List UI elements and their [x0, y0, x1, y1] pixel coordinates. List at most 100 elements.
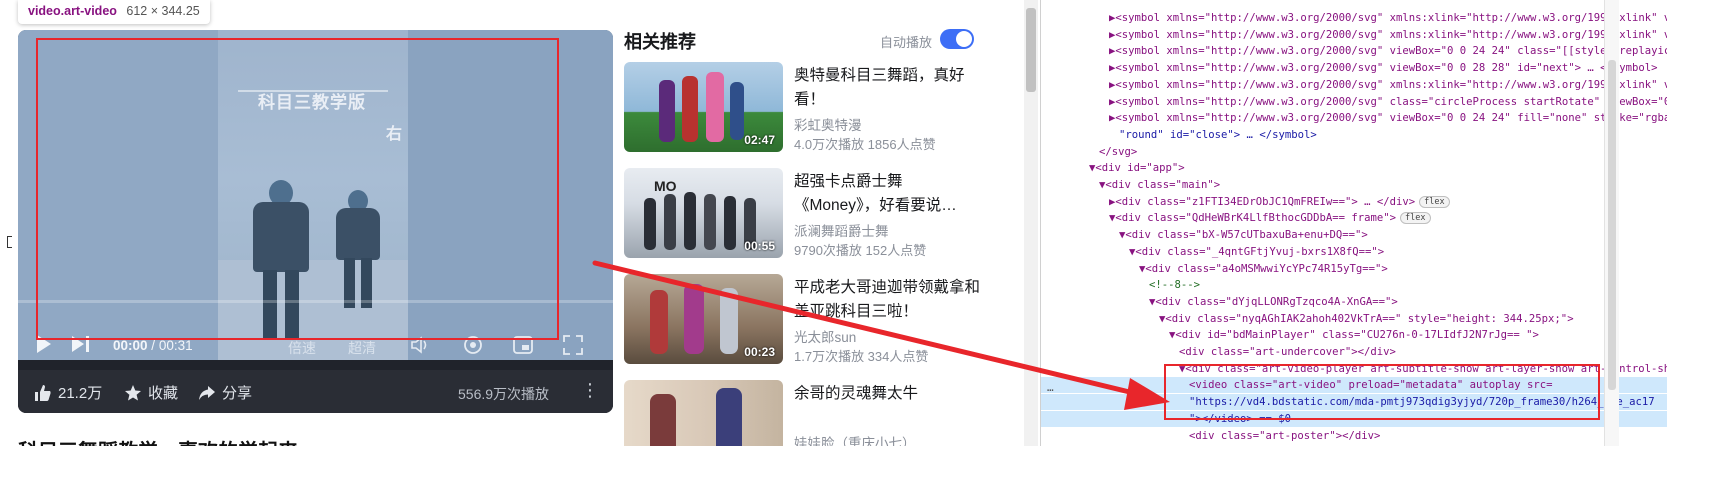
- edge-bracket-mark: [7, 236, 12, 248]
- devtools-dom-text: </svg>: [1099, 145, 1138, 158]
- devtools-dom-line[interactable]: ▼<div class="_4qntGFtjYvuj-bxrs1X8fQ==">: [1041, 244, 1667, 260]
- thumbs-up-icon: [35, 384, 51, 401]
- devtools-dom-text: ▼<div class="a4oMSMwwiYcYPc74R15yTg==">: [1139, 262, 1388, 275]
- devtools-dom-text: ▶<symbol xmlns="http://www.w3.org/2000/s…: [1109, 12, 1667, 24]
- devtools-dom-text: ▶<symbol xmlns="http://www.w3.org/2000/s…: [1109, 95, 1667, 108]
- autoplay-label: 自动播放: [880, 35, 933, 50]
- devtools-dom-line[interactable]: <div class="art-undercover"></div>: [1041, 344, 1667, 360]
- devtools-dom-text: ▶<symbol xmlns="http://www.w3.org/2000/s…: [1109, 78, 1667, 91]
- devtools-dom-text: ▼<div class="QdHeWBrK4LlfBthocGDDbA== fr…: [1109, 212, 1397, 225]
- rec-title[interactable]: 余哥的灵魂舞太牛: [794, 382, 984, 406]
- quality-button[interactable]: 超清: [348, 338, 376, 358]
- rec-stats: 4.0万次播放 1856人点赞: [794, 137, 936, 152]
- devtools-dom-line[interactable]: ▶<symbol xmlns="http://www.w3.org/2000/s…: [1041, 94, 1667, 110]
- rec-duration: 02:47: [744, 133, 775, 147]
- rec-stats: 9790次播放 152人点赞: [794, 243, 927, 258]
- devtools-dom-text: ▼<div id="bdMainPlayer" class="CU276n-0-…: [1169, 329, 1539, 342]
- element-inspect-tooltip: video.art-video 612 × 344.25: [18, 0, 210, 24]
- time-current: 00:00: [113, 338, 148, 353]
- devtools-dom-line[interactable]: ▶<div class="z1FTI34EDrObJC1QmFREIw=="> …: [1041, 194, 1667, 210]
- star-icon: [125, 384, 141, 400]
- devtools-dom-line[interactable]: <div class="art-poster"></div>: [1041, 428, 1667, 444]
- devtools-dom-text: ▶<symbol xmlns="http://www.w3.org/2000/s…: [1109, 45, 1667, 58]
- devtools-dom-line[interactable]: ▶<symbol xmlns="http://www.w3.org/2000/s…: [1041, 77, 1667, 93]
- share-label: 分享: [222, 385, 253, 402]
- devtools-dom-line[interactable]: "round" id="close"> … </symbol>: [1041, 127, 1667, 143]
- recommendations-header: 相关推荐 自动播放: [624, 28, 974, 54]
- devtools-dom-line[interactable]: ▼<div id="bdMainPlayer" class="CU276n-0-…: [1041, 327, 1667, 343]
- devtools-dom-text: ▼<div id="app">: [1089, 162, 1185, 175]
- rec-item[interactable]: MO 00:55 超强卡点爵士舞《Money》，好看要说… 派澜舞蹈爵士舞 97…: [624, 168, 984, 262]
- devtools-dom-text: ▼<div class="_4qntGFtjYvuj-bxrs1X8fQ==">: [1129, 245, 1385, 258]
- rec-title[interactable]: 超强卡点爵士舞《Money》，好看要说…: [794, 170, 984, 218]
- bottom-strip: [0, 446, 1714, 489]
- rec-title[interactable]: 奥特曼科目三舞蹈，真好看！: [794, 64, 984, 112]
- devtools-dom-line[interactable]: ▼<div class="nyqAGhIAK2ahoh402VkTrA==" s…: [1041, 311, 1667, 327]
- devtools-dom-line[interactable]: ▶<symbol xmlns="http://www.w3.org/2000/s…: [1041, 10, 1667, 26]
- devtools-dom-text: <!--8-->: [1149, 279, 1201, 292]
- devtools-dom-text: ▶<symbol xmlns="http://www.w3.org/2000/s…: [1109, 62, 1658, 75]
- play-count: 556.9万次播放: [458, 386, 550, 402]
- tooltip-size: 612 × 344.25: [126, 4, 200, 18]
- share-button[interactable]: 分享: [198, 382, 252, 403]
- devtools-scrollbar[interactable]: [1604, 0, 1619, 446]
- rec-thumbnail[interactable]: MO 00:55: [624, 168, 783, 258]
- devtools-dom-line[interactable]: ▼<div id="app">: [1041, 160, 1667, 176]
- devtools-scrollbar-thumb[interactable]: [1608, 60, 1616, 390]
- fullscreen-icon[interactable]: [562, 334, 584, 356]
- time-separator: /: [151, 338, 156, 353]
- flex-badge[interactable]: flex: [1419, 195, 1450, 208]
- favorite-button[interactable]: 收藏: [124, 382, 178, 403]
- tooltip-selector: video.art-video: [28, 4, 117, 18]
- page-scrollbar-thumb[interactable]: [1026, 8, 1036, 92]
- time-display: 00:00 / 00:31: [113, 338, 193, 353]
- rec-title[interactable]: 平成老大哥迪迦带领戴拿和盖亚跳科目三啦！: [794, 276, 984, 324]
- rec-duration: 00:55: [744, 239, 775, 253]
- rec-stats: 1.7万次播放 334人点赞: [794, 349, 929, 364]
- devtools-dom-line[interactable]: ▼<div class="main">: [1041, 177, 1667, 193]
- like-button[interactable]: 21.2万: [34, 382, 102, 403]
- devtools-dom-text: ▼<div class="main">: [1099, 179, 1221, 191]
- devtools-dom-line[interactable]: ▶<symbol xmlns="http://www.w3.org/2000/s…: [1041, 27, 1667, 43]
- rec-author[interactable]: 彩虹奥特漫: [794, 114, 862, 134]
- toggle-knob: [956, 31, 972, 47]
- devtools-dom-text: <div class="art-undercover"></div>: [1179, 346, 1396, 358]
- recommendations-title: 相关推荐: [624, 32, 696, 52]
- favorite-label: 收藏: [148, 385, 179, 402]
- more-options-icon[interactable]: ⋮: [581, 380, 599, 401]
- rec-thumbnail[interactable]: 00:23: [624, 274, 783, 364]
- devtools-dom-text: <div class="art-poster"></div>: [1189, 429, 1381, 442]
- video-highlight-box: [36, 38, 559, 340]
- flex-badge[interactable]: flex: [1400, 212, 1431, 225]
- devtools-dom-text: ▼<div class="nyqAGhIAK2ahoh402VkTrA==" s…: [1159, 312, 1574, 325]
- devtools-dom-line[interactable]: ▼<div class="bX-W57cUTbaxuBa+enu+DQ==">: [1041, 227, 1667, 243]
- devtools-dom-line[interactable]: ▼<div class="QdHeWBrK4LlfBthocGDDbA== fr…: [1041, 210, 1667, 226]
- devtools-dom-text: "round" id="close"> … </symbol>: [1119, 128, 1317, 141]
- devtools-dom-line[interactable]: ▼<div class="a4oMSMwwiYcYPc74R15yTg==">: [1041, 261, 1667, 277]
- devtools-dom-text: ▶<symbol xmlns="http://www.w3.org/2000/s…: [1109, 112, 1667, 125]
- video-action-bar: 21.2万 收藏 分享 556.9万次播放 ⋮: [18, 370, 613, 413]
- devtools-dom-line[interactable]: ▶<symbol xmlns="http://www.w3.org/2000/s…: [1041, 60, 1667, 76]
- page-scrollbar[interactable]: [1024, 0, 1038, 446]
- devtools-dom-text: ▼<div class="dYjqLLONRgTzqco4A-XnGA==">: [1149, 295, 1398, 308]
- share-icon: [199, 385, 215, 400]
- devtools-highlight-box: [1164, 364, 1600, 420]
- like-count: 21.2万: [58, 385, 103, 402]
- rec-thumbnail[interactable]: 02:47: [624, 62, 783, 152]
- devtools-dom-text: ▶<div class="z1FTI34EDrObJC1QmFREIw=="> …: [1109, 195, 1416, 208]
- time-total: 00:31: [158, 338, 193, 353]
- devtools-dom-line[interactable]: ▶<symbol xmlns="http://www.w3.org/2000/s…: [1041, 43, 1667, 59]
- devtools-dom-text: ▼<div class="bX-W57cUTbaxuBa+enu+DQ==">: [1119, 229, 1368, 242]
- speed-button[interactable]: 倍速: [288, 338, 316, 358]
- devtools-dom-line[interactable]: </svg>: [1041, 144, 1667, 160]
- selected-node-marker[interactable]: …: [1047, 381, 1054, 394]
- devtools-dom-line[interactable]: <!--8-->: [1041, 277, 1667, 293]
- devtools-dom-line[interactable]: ▼<div class="dYjqLLONRgTzqco4A-XnGA==">: [1041, 294, 1667, 310]
- rec-author[interactable]: 光太郎sun: [794, 326, 856, 346]
- devtools-dom-line[interactable]: ▶<symbol xmlns="http://www.w3.org/2000/s…: [1041, 110, 1667, 126]
- rec-item[interactable]: 02:47 奥特曼科目三舞蹈，真好看！ 彩虹奥特漫 4.0万次播放 1856人点…: [624, 62, 984, 156]
- rec-duration: 00:23: [744, 345, 775, 359]
- autoplay-toggle[interactable]: [940, 29, 974, 49]
- rec-author[interactable]: 派澜舞蹈爵士舞: [794, 220, 889, 240]
- rec-item[interactable]: 00:23 平成老大哥迪迦带领戴拿和盖亚跳科目三啦！ 光太郎sun 1.7万次播…: [624, 274, 984, 368]
